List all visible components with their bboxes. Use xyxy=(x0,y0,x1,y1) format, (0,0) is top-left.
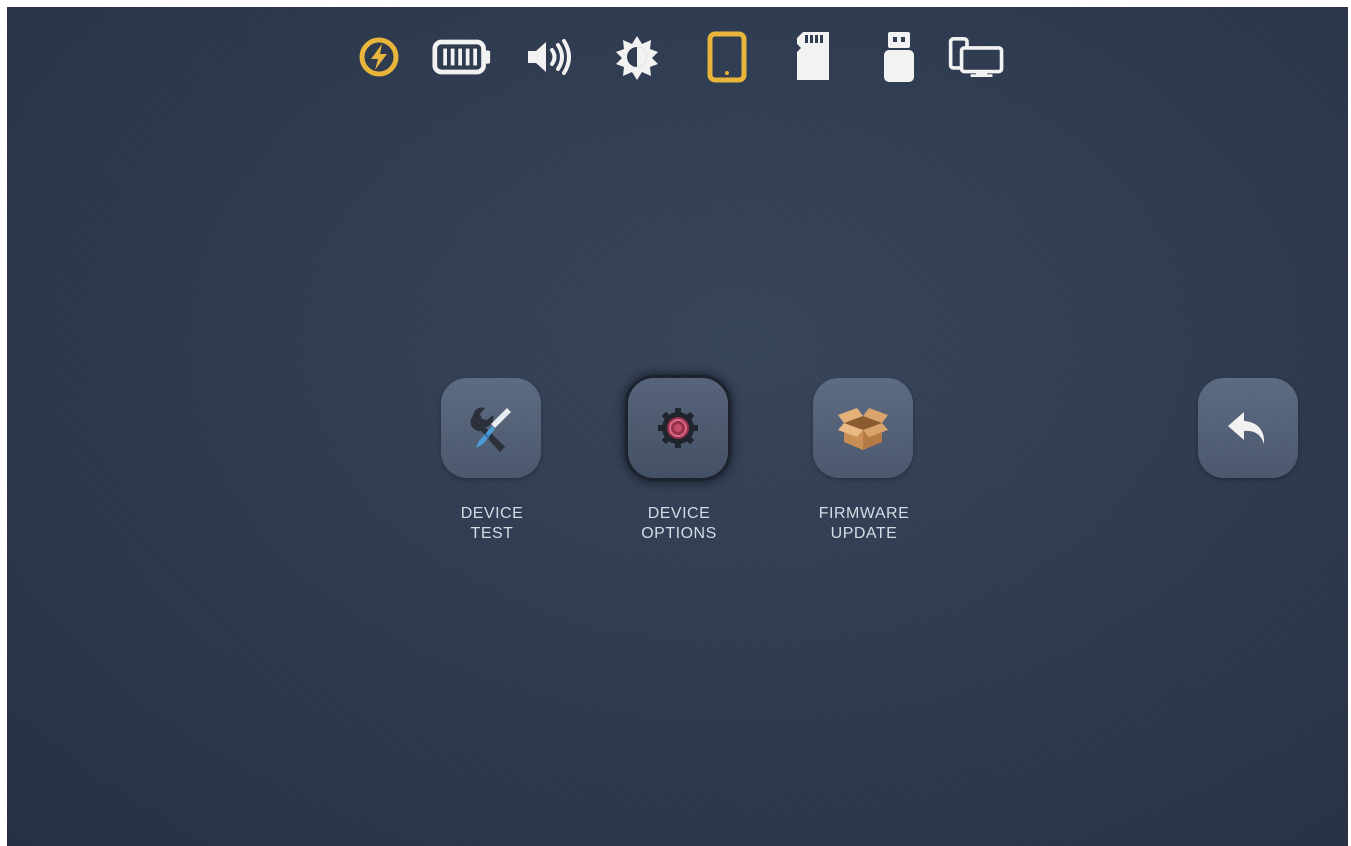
sd-card-icon[interactable] xyxy=(783,29,843,85)
device-test-button[interactable] xyxy=(441,378,541,478)
brightness-icon[interactable] xyxy=(607,29,667,85)
firmware-update-label-line1: FIRMWARE xyxy=(818,505,910,522)
battery-icon[interactable] xyxy=(432,29,492,85)
tools-icon xyxy=(470,407,511,452)
firmware-update-label-line2: UPDATE xyxy=(830,525,898,542)
device-options-label-line1: DEVICE xyxy=(647,505,711,522)
tablet-icon[interactable] xyxy=(697,29,757,85)
firmware-update-label: FIRMWARE UPDATE xyxy=(813,504,915,544)
device-test-label-line1: DEVICE xyxy=(460,505,524,522)
back-button[interactable] xyxy=(1198,378,1298,478)
device-options-label-line2: OPTIONS xyxy=(641,525,717,542)
usb-drive-icon[interactable] xyxy=(869,29,929,85)
back-arrow-icon xyxy=(1228,412,1265,444)
device-options-tile[interactable]: DEVICE OPTIONS xyxy=(628,378,730,544)
volume-icon[interactable] xyxy=(519,29,579,85)
power-icon[interactable] xyxy=(349,29,409,85)
device-options-label: DEVICE OPTIONS xyxy=(628,504,730,544)
main-screen: DEVICE TEST DEVICE OPTIONS FIRMWARE UPDA… xyxy=(7,7,1348,846)
device-test-label: DEVICE TEST xyxy=(441,504,543,544)
device-test-tile[interactable]: DEVICE TEST xyxy=(441,378,543,544)
firmware-update-button[interactable] xyxy=(813,378,913,478)
device-options-button[interactable] xyxy=(628,378,728,478)
device-test-label-line2: TEST xyxy=(470,525,514,542)
firmware-update-tile[interactable]: FIRMWARE UPDATE xyxy=(813,378,915,544)
back-tile[interactable] xyxy=(1198,378,1300,478)
status-bar xyxy=(7,29,1348,89)
screen-mirror-icon[interactable] xyxy=(947,29,1007,85)
box-icon xyxy=(838,408,888,450)
gear-icon xyxy=(658,408,698,448)
